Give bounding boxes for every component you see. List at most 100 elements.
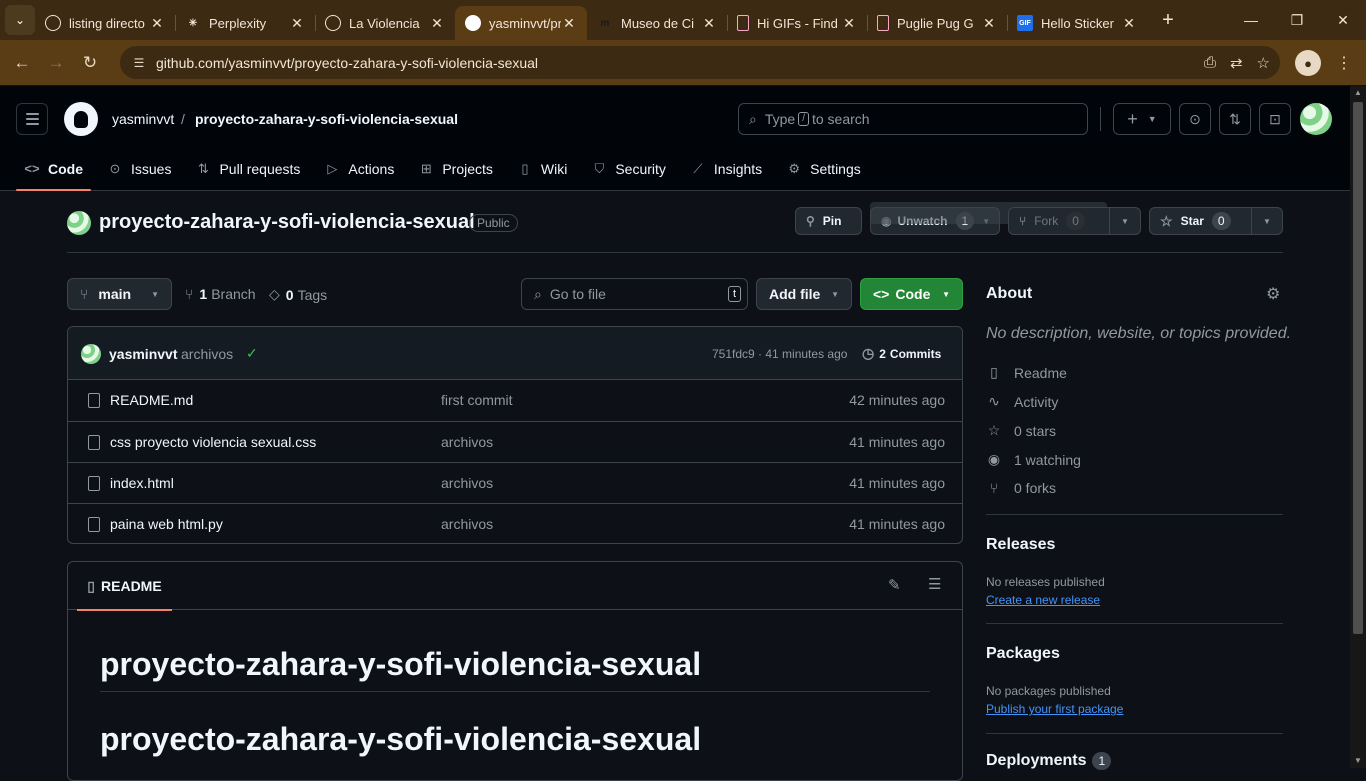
create-new-button[interactable]: + ▼: [1113, 103, 1171, 135]
tab-security[interactable]: ⛉ Security: [583, 146, 674, 191]
tab-wiki[interactable]: ▯ Wiki: [509, 146, 575, 191]
code-button[interactable]: <> Code ▼: [860, 278, 963, 310]
bookmark-star-icon[interactable]: ☆: [1257, 54, 1270, 72]
star-dropdown-chevron-icon[interactable]: ▼: [1252, 217, 1282, 226]
browser-menu-icon[interactable]: ⋮: [1333, 50, 1355, 76]
outline-list-icon[interactable]: ☰: [928, 575, 941, 593]
pull-requests-shortcut-button[interactable]: ⇅: [1219, 103, 1251, 135]
table-row[interactable]: css proyecto violencia sexual.css archiv…: [68, 421, 962, 462]
file-name[interactable]: index.html: [110, 475, 174, 491]
commits-link[interactable]: ◷ 2 Commits: [862, 345, 941, 362]
tab-actions[interactable]: ▷ Actions: [316, 146, 402, 191]
user-avatar[interactable]: [1300, 103, 1332, 135]
file-name[interactable]: paina web html.py: [110, 516, 223, 532]
add-file-button[interactable]: Add file ▼: [756, 278, 852, 310]
browser-tab[interactable]: Hi GIFs - Find ✕: [727, 6, 867, 40]
restore-icon[interactable]: ❐: [1274, 0, 1320, 40]
fork-dropdown-chevron-icon[interactable]: ▼: [1110, 217, 1140, 226]
gear-icon[interactable]: ⚙: [1266, 284, 1280, 304]
url-text[interactable]: github.com/yasminvvt/proyecto-zahara-y-s…: [156, 55, 538, 71]
browser-tab[interactable]: m Museo de Ci ✕: [587, 6, 727, 40]
commit-hash-time[interactable]: 751fdc9 · 41 minutes ago: [712, 347, 847, 361]
github-logo-icon[interactable]: [64, 102, 98, 136]
tab-projects[interactable]: ⊞ Projects: [410, 146, 501, 191]
breadcrumb-repo[interactable]: proyecto-zahara-y-sofi-violencia-sexual: [195, 111, 458, 127]
close-tab-icon[interactable]: ✕: [841, 15, 857, 32]
branches-link[interactable]: ⑂ 1 Branch: [185, 286, 256, 302]
table-row[interactable]: index.html archivos 41 minutes ago: [68, 462, 962, 503]
file-commit-message[interactable]: archivos: [441, 434, 493, 450]
site-info-icon[interactable]: ☰: [128, 52, 150, 74]
reload-icon[interactable]: ↻: [73, 46, 107, 80]
close-tab-icon[interactable]: ✕: [701, 15, 717, 32]
page-scrollbar[interactable]: ▲ ▼: [1350, 86, 1366, 768]
pin-button[interactable]: ⚲ Pin: [795, 207, 862, 235]
close-tab-icon[interactable]: ✕: [149, 15, 165, 32]
pencil-icon[interactable]: ✎: [888, 576, 901, 594]
breadcrumb-owner[interactable]: yasminvvt: [112, 111, 174, 127]
close-tab-icon[interactable]: ✕: [1121, 15, 1137, 32]
watchers-link[interactable]: ◉ 1 watching: [986, 451, 1081, 468]
address-bar-row: ← → ↻ ☰ github.com/yasminvvt/proyecto-za…: [0, 40, 1366, 85]
new-tab-plus-icon[interactable]: +: [1153, 5, 1183, 35]
tags-link[interactable]: ◇ 0 Tags: [269, 286, 327, 303]
table-row[interactable]: README.md first commit 42 minutes ago: [68, 380, 962, 421]
issues-shortcut-button[interactable]: ⊙: [1179, 103, 1211, 135]
hamburger-menu-icon[interactable]: [16, 103, 48, 135]
readme-tab[interactable]: ▯ README: [77, 562, 172, 611]
close-tab-icon[interactable]: ✕: [981, 15, 997, 32]
branch-select-button[interactable]: ⑂ main ▼: [67, 278, 172, 310]
file-commit-message[interactable]: first commit: [441, 392, 513, 408]
packages-heading[interactable]: Packages: [986, 645, 1060, 663]
minimize-icon[interactable]: —: [1228, 0, 1274, 40]
activity-link[interactable]: ∿ Activity: [986, 393, 1058, 410]
close-window-icon[interactable]: ✕: [1320, 0, 1366, 40]
commit-author-avatar[interactable]: [81, 344, 101, 364]
tab-issues[interactable]: ⊙ Issues: [99, 146, 179, 191]
fork-button[interactable]: ⑂ Fork 0: [1009, 208, 1110, 234]
tab-insights[interactable]: ⟋ Insights: [682, 146, 770, 191]
tab-code[interactable]: <> Code: [16, 146, 91, 191]
close-tab-icon[interactable]: ✕: [289, 15, 305, 32]
file-name[interactable]: css proyecto violencia sexual.css: [110, 434, 316, 450]
repo-title[interactable]: proyecto-zahara-y-sofi-violencia-sexual: [99, 211, 475, 234]
table-row[interactable]: paina web html.py archivos 41 minutes ag…: [68, 503, 962, 543]
scroll-down-arrow-icon[interactable]: ▼: [1350, 754, 1366, 768]
close-tab-icon[interactable]: ✕: [561, 15, 577, 32]
file-commit-message[interactable]: archivos: [441, 516, 493, 532]
forks-link[interactable]: ⑂ 0 forks: [986, 480, 1056, 496]
browser-tab[interactable]: GIF Hello Sticker ✕: [1007, 6, 1147, 40]
browser-tab-active[interactable]: yasminvvt/pr ✕: [455, 6, 587, 40]
tab-settings[interactable]: ⚙ Settings: [778, 146, 869, 191]
readme-link[interactable]: ▯ Readme: [986, 364, 1067, 381]
star-button[interactable]: ☆ Star 0: [1150, 208, 1252, 234]
translate-icon[interactable]: ⇄: [1230, 54, 1243, 72]
scroll-up-arrow-icon[interactable]: ▲: [1350, 86, 1366, 100]
tab-search-chevron-icon[interactable]: ⌄: [5, 5, 35, 35]
commit-author[interactable]: yasminvvt: [109, 346, 177, 362]
file-commit-message[interactable]: archivos: [441, 475, 493, 491]
forward-arrow-icon[interactable]: →: [39, 46, 73, 80]
releases-heading[interactable]: Releases: [986, 536, 1055, 554]
profile-icon[interactable]: ●: [1295, 50, 1321, 76]
browser-tab[interactable]: La Violencia ✕: [315, 6, 455, 40]
tab-pull-requests[interactable]: ⇅ Pull requests: [187, 146, 308, 191]
stars-link[interactable]: ☆ 0 stars: [986, 422, 1056, 439]
publish-package-link[interactable]: Publish your first package: [986, 702, 1123, 716]
deployments-heading[interactable]: Deployments 1: [986, 752, 1112, 770]
back-arrow-icon[interactable]: ←: [5, 46, 39, 80]
install-app-icon[interactable]: ⎙: [1204, 54, 1216, 71]
omnibox[interactable]: ☰ github.com/yasminvvt/proyecto-zahara-y…: [120, 46, 1280, 79]
owner-avatar[interactable]: [67, 211, 91, 235]
commit-message[interactable]: archivos: [181, 346, 233, 362]
search-input[interactable]: ⌕ Type / to search: [738, 103, 1088, 135]
scrollbar-thumb[interactable]: [1353, 102, 1363, 634]
close-tab-icon[interactable]: ✕: [429, 15, 445, 32]
browser-tab[interactable]: Puglie Pug G ✕: [867, 6, 1007, 40]
create-release-link[interactable]: Create a new release: [986, 593, 1100, 607]
file-name[interactable]: README.md: [110, 392, 193, 408]
inbox-button[interactable]: ⊡: [1259, 103, 1291, 135]
go-to-file-input[interactable]: ⌕ Go to file t: [521, 278, 748, 310]
browser-tab[interactable]: listing directo ✕: [35, 6, 175, 40]
browser-tab[interactable]: ✳ Perplexity ✕: [175, 6, 315, 40]
